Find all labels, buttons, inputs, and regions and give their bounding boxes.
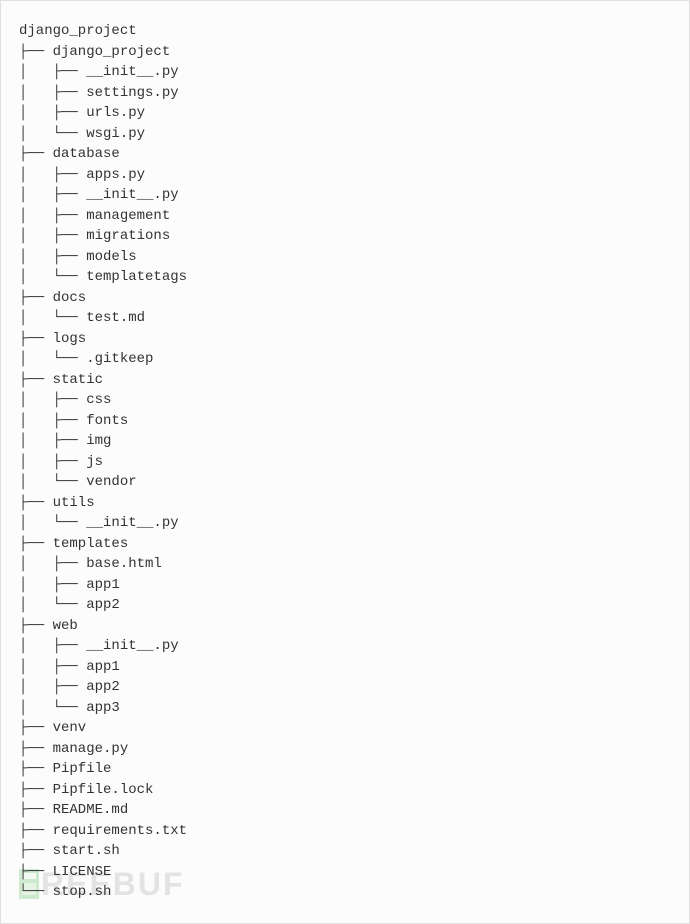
tree-line: ├── requirements.txt: [19, 821, 671, 842]
tree-line: ├── templates: [19, 534, 671, 555]
tree-line: ├── database: [19, 144, 671, 165]
tree-line: │ ├── migrations: [19, 226, 671, 247]
tree-content: django_project├── django_project│ ├── __…: [19, 21, 671, 903]
tree-line: │ ├── __init__.py: [19, 636, 671, 657]
tree-line: │ └── vendor: [19, 472, 671, 493]
tree-line: ├── LICENSE: [19, 862, 671, 883]
tree-line: │ └── app2: [19, 595, 671, 616]
tree-line: │ ├── management: [19, 206, 671, 227]
tree-line: ├── utils: [19, 493, 671, 514]
tree-line: │ ├── app2: [19, 677, 671, 698]
tree-line: │ └── __init__.py: [19, 513, 671, 534]
tree-line: │ ├── __init__.py: [19, 62, 671, 83]
tree-line: django_project: [19, 21, 671, 42]
tree-line: │ ├── __init__.py: [19, 185, 671, 206]
tree-line: │ ├── base.html: [19, 554, 671, 575]
tree-line: │ └── test.md: [19, 308, 671, 329]
tree-container: django_project├── django_project│ ├── __…: [0, 0, 690, 924]
tree-line: │ ├── js: [19, 452, 671, 473]
tree-line: │ └── wsgi.py: [19, 124, 671, 145]
tree-line: │ └── app3: [19, 698, 671, 719]
tree-line: ├── docs: [19, 288, 671, 309]
tree-line: │ ├── urls.py: [19, 103, 671, 124]
tree-line: ├── README.md: [19, 800, 671, 821]
tree-line: │ ├── fonts: [19, 411, 671, 432]
tree-line: ├── Pipfile.lock: [19, 780, 671, 801]
tree-line: ├── Pipfile: [19, 759, 671, 780]
tree-line: │ └── .gitkeep: [19, 349, 671, 370]
tree-line: │ ├── apps.py: [19, 165, 671, 186]
tree-line: ├── logs: [19, 329, 671, 350]
tree-line: │ ├── app1: [19, 575, 671, 596]
tree-line: │ ├── settings.py: [19, 83, 671, 104]
tree-line: ├── manage.py: [19, 739, 671, 760]
tree-line: ├── venv: [19, 718, 671, 739]
tree-line: │ ├── app1: [19, 657, 671, 678]
tree-line: ├── web: [19, 616, 671, 637]
tree-line: │ ├── img: [19, 431, 671, 452]
tree-line: └── stop.sh: [19, 882, 671, 903]
tree-line: │ └── templatetags: [19, 267, 671, 288]
tree-line: │ ├── css: [19, 390, 671, 411]
tree-line: ├── django_project: [19, 42, 671, 63]
tree-line: ├── static: [19, 370, 671, 391]
tree-line: ├── start.sh: [19, 841, 671, 862]
tree-line: │ ├── models: [19, 247, 671, 268]
